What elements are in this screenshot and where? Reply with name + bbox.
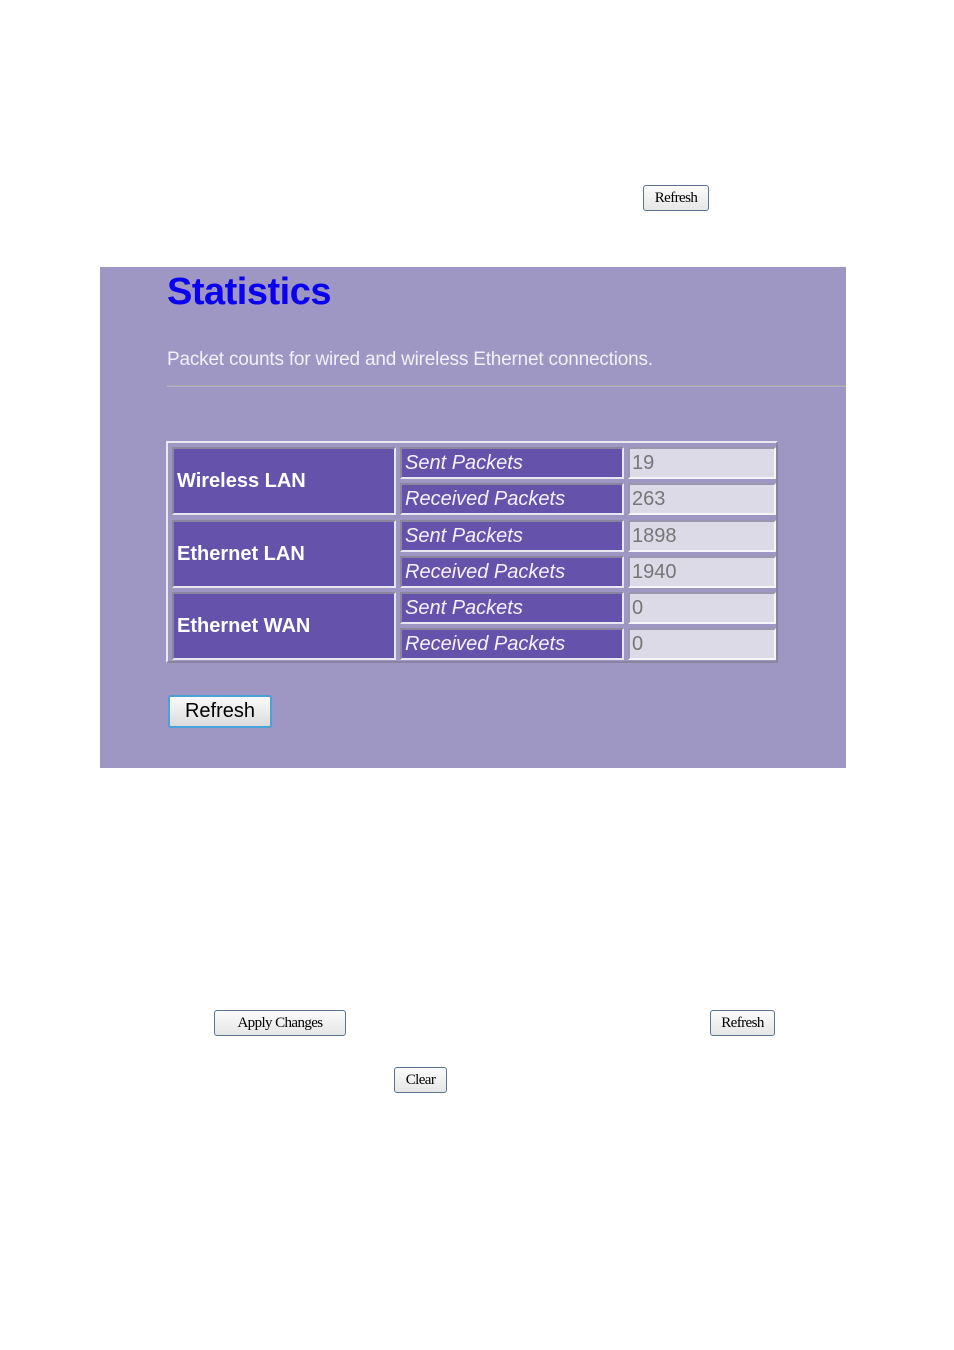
group-wireless-lan: Wireless LAN — [172, 447, 396, 515]
row-label: Received Packets — [400, 483, 624, 515]
row-value: 19 — [628, 447, 776, 479]
statistics-table: Wireless LAN Sent Packets 19 Received Pa… — [166, 441, 778, 663]
refresh-button[interactable]: Refresh — [168, 695, 272, 728]
row-label: Sent Packets — [400, 447, 624, 479]
row-value: 1898 — [628, 520, 776, 552]
row-value: 0 — [628, 592, 776, 624]
row-label: Sent Packets — [400, 520, 624, 552]
row-label: Received Packets — [400, 628, 624, 660]
statistics-panel: Statistics Packet counts for wired and w… — [100, 267, 846, 768]
row-value: 263 — [628, 483, 776, 515]
divider — [167, 385, 846, 387]
page-title: Statistics — [167, 271, 331, 313]
apply-changes-button[interactable]: Apply Changes — [214, 1010, 346, 1036]
refresh-button-bottom[interactable]: Refresh — [710, 1010, 775, 1036]
row-value: 0 — [628, 628, 776, 660]
refresh-button-top[interactable]: Refresh — [643, 185, 709, 211]
row-label: Received Packets — [400, 556, 624, 588]
clear-button[interactable]: Clear — [394, 1067, 447, 1093]
row-label: Sent Packets — [400, 592, 624, 624]
group-ethernet-wan: Ethernet WAN — [172, 592, 396, 660]
page-description: Packet counts for wired and wireless Eth… — [167, 349, 653, 370]
group-ethernet-lan: Ethernet LAN — [172, 520, 396, 588]
row-value: 1940 — [628, 556, 776, 588]
